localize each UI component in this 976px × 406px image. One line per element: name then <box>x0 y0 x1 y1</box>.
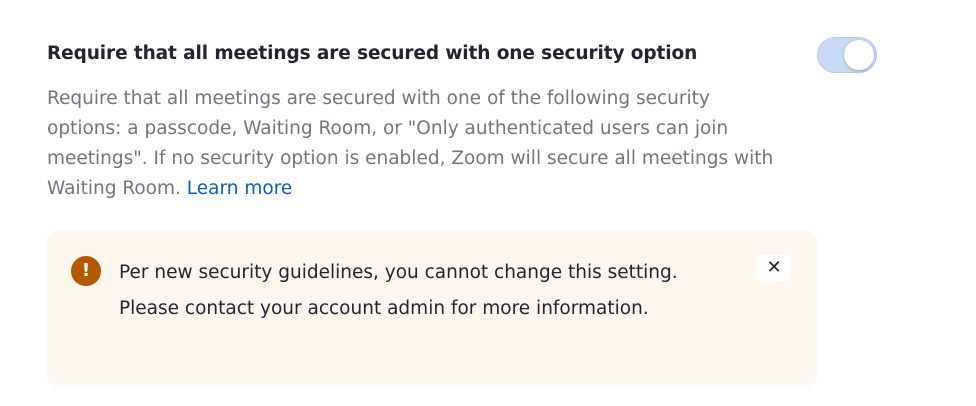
toggle-knob <box>844 40 874 70</box>
security-option-toggle[interactable] <box>817 37 877 73</box>
setting-description-text: Require that all meetings are secured wi… <box>47 88 774 199</box>
alert-message: Per new security guidelines, you cannot … <box>119 262 678 319</box>
setting-title: Require that all meetings are secured wi… <box>47 43 698 64</box>
exclamation-icon: ! <box>71 256 101 286</box>
security-option-setting: Require that all meetings are secured wi… <box>47 37 917 204</box>
locked-setting-alert: ! Per new security guidelines, you canno… <box>47 231 817 386</box>
setting-description: Require that all meetings are secured wi… <box>47 84 787 204</box>
learn-more-link[interactable]: Learn more <box>187 178 293 199</box>
close-icon[interactable]: ✕ <box>757 255 791 281</box>
